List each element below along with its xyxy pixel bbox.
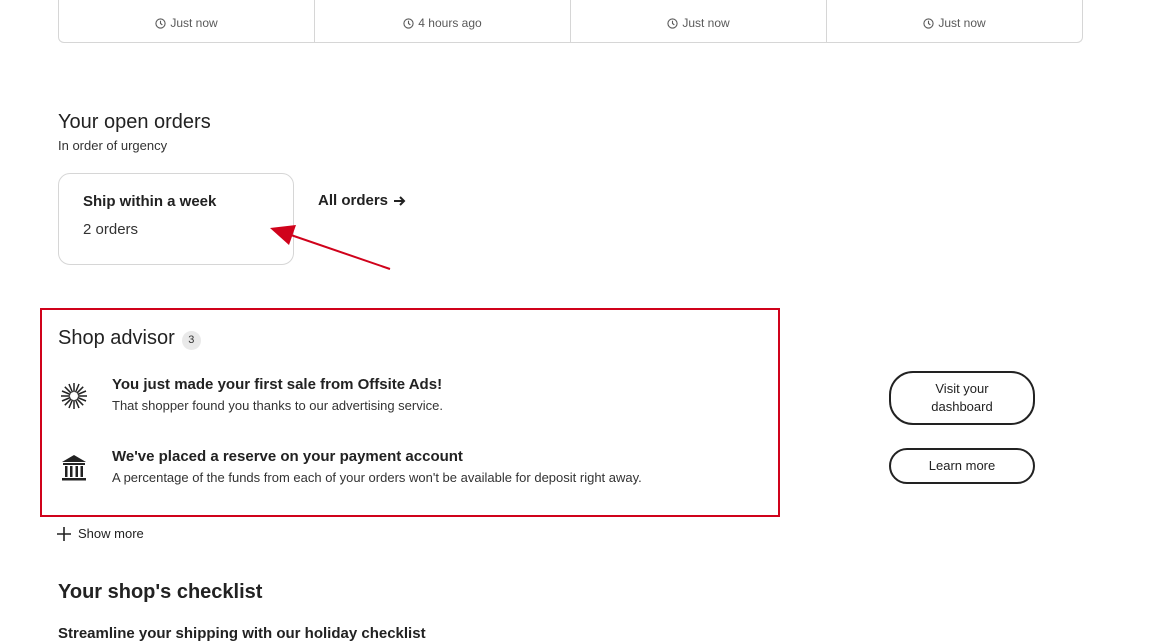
show-more-button[interactable]: Show more <box>57 526 144 541</box>
advisor-item-title: We've placed a reserve on your payment a… <box>112 448 463 465</box>
clock-icon <box>667 17 678 29</box>
plus-icon <box>57 526 71 541</box>
all-orders-label: All orders <box>318 192 389 209</box>
order-card-title: Ship within a week <box>83 193 217 210</box>
open-orders-subtitle: In order of urgency <box>58 138 168 153</box>
clock-icon <box>923 17 934 29</box>
activity-cell[interactable]: Just now <box>571 0 827 42</box>
annotation-arrow <box>270 225 391 270</box>
checklist-heading: Your shop's checklist <box>58 581 263 603</box>
activity-cell[interactable]: 4 hours ago <box>315 0 571 42</box>
activity-cell[interactable]: Just now <box>59 0 315 42</box>
advisor-item-description: A percentage of the funds from each of y… <box>112 470 642 485</box>
bank-icon <box>58 452 90 484</box>
shop-advisor-header: Shop advisor 3 <box>58 327 201 350</box>
advisor-item: We've placed a reserve on your payment a… <box>58 448 642 485</box>
all-orders-link[interactable]: All orders <box>318 192 406 209</box>
clock-icon <box>155 17 166 29</box>
activity-time: Just now <box>682 16 730 30</box>
ship-within-week-card[interactable]: Ship within a week 2 orders <box>58 173 294 265</box>
activity-cell[interactable]: Just now <box>827 0 1082 42</box>
activity-time: Just now <box>938 16 986 30</box>
shop-advisor-title: Shop advisor <box>58 327 175 349</box>
shop-advisor-count-badge: 3 <box>181 330 201 350</box>
advisor-item-title: You just made your first sale from Offsi… <box>112 376 443 393</box>
activity-time: 4 hours ago <box>418 16 482 30</box>
advisor-item: You just made your first sale from Offsi… <box>58 376 443 413</box>
checklist-item[interactable]: Streamline your shipping with our holida… <box>58 625 426 642</box>
sparkle-icon <box>58 380 90 412</box>
learn-more-button[interactable]: Learn more <box>889 448 1035 484</box>
recent-activity-strip: Just now 4 hours ago Just now Just now <box>58 0 1083 43</box>
visit-dashboard-button[interactable]: Visit your dashboard <box>889 371 1035 425</box>
open-orders-heading: Your open orders <box>58 111 211 133</box>
show-more-label: Show more <box>78 526 144 541</box>
arrow-right-icon <box>394 195 406 206</box>
activity-time: Just now <box>170 16 218 30</box>
clock-icon <box>403 17 414 29</box>
advisor-item-description: That shopper found you thanks to our adv… <box>112 398 443 413</box>
